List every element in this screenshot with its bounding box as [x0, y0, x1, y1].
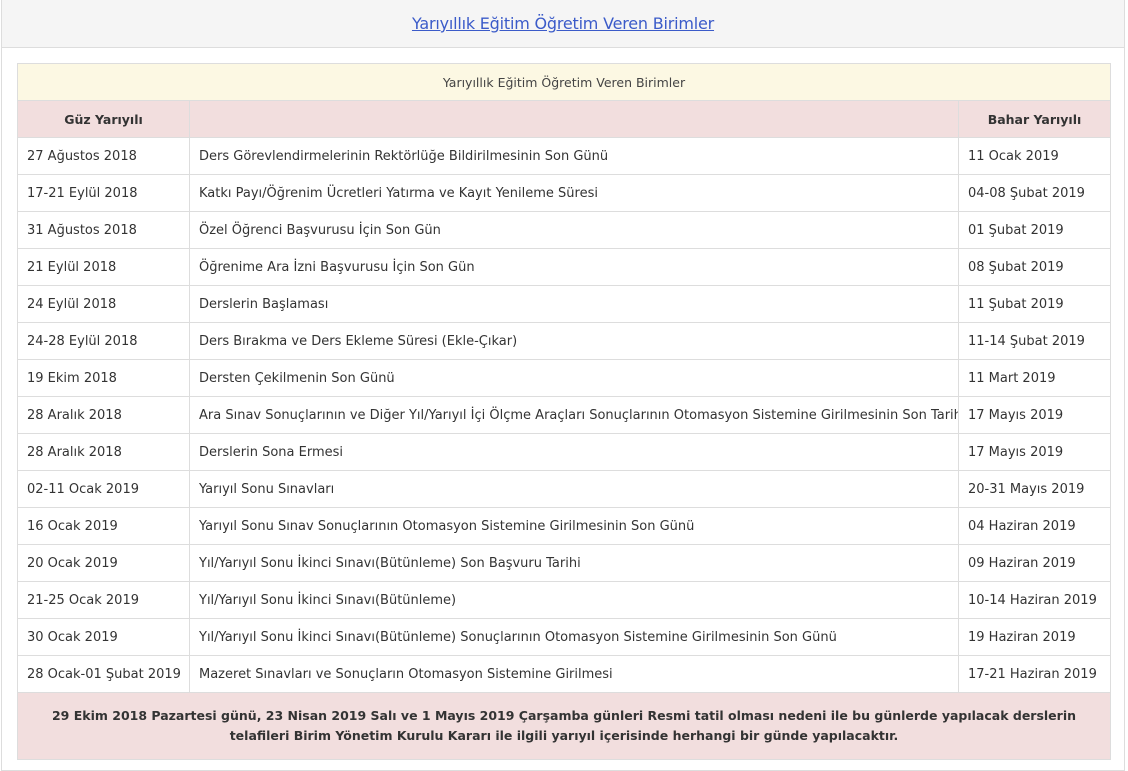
fall-date-cell: 24-28 Eylül 2018	[17, 322, 190, 360]
table-row: 17-21 Eylül 2018 Katkı Payı/Öğrenim Ücret…	[17, 174, 1111, 212]
spring-date-cell: 11 Şubat 2019	[958, 285, 1111, 323]
table-row: 19 Ekim 2018 Dersten Çekilmenin Son Günü 1…	[17, 359, 1111, 397]
event-cell: Yıl/Yarıyıl Sonu İkinci Sınavı(Bütünleme…	[189, 618, 959, 656]
table-row: 28 Aralık 2018 Derslerin Sona Ermesi 17 Ma…	[17, 433, 1111, 471]
fall-date-cell: 16 Ocak 2019	[17, 507, 190, 545]
table-row: 21 Eylül 2018 Öğrenime Ara İzni Başvurusu…	[17, 248, 1111, 286]
event-cell: Ders Bırakma ve Ders Ekleme Süresi (Ekle…	[189, 322, 959, 360]
fall-date-cell: 28 Aralık 2018	[17, 433, 190, 471]
fall-date-cell: 24 Eylül 2018	[17, 285, 190, 323]
table-row: 20 Ocak 2019 Yıl/Yarıyıl Sonu İkinci Sına…	[17, 544, 1111, 582]
fall-date-cell: 30 Ocak 2019	[17, 618, 190, 656]
table-row: 24 Eylül 2018 Derslerin Başlaması 11 Şubat…	[17, 285, 1111, 323]
spring-date-cell: 11 Ocak 2019	[958, 137, 1111, 175]
panel-heading: Yarıyıllık Eğitim Öğretim Veren Birimler	[2, 0, 1124, 48]
table-row: 28 Aralık 2018 Ara Sınav Sonuçlarının ve …	[17, 396, 1111, 434]
event-cell: Yarıyıl Sonu Sınav Sonuçlarının Otomasyo…	[189, 507, 959, 545]
spring-date-cell: 04-08 Şubat 2019	[958, 174, 1111, 212]
spring-date-cell: 19 Haziran 2019	[958, 618, 1111, 656]
spring-date-cell: 09 Haziran 2019	[958, 544, 1111, 582]
spring-date-cell: 17-21 Haziran 2019	[958, 655, 1111, 693]
fall-date-cell: 28 Ocak-01 Şubat 2019	[17, 655, 190, 693]
event-cell: Mazeret Sınavları ve Sonuçların Otomasyo…	[189, 655, 959, 693]
heading-link[interactable]: Yarıyıllık Eğitim Öğretim Veren Birimler	[412, 14, 714, 33]
spring-date-cell: 11 Mart 2019	[958, 359, 1111, 397]
event-cell: Katkı Payı/Öğrenim Ücretleri Yatırma ve …	[189, 174, 959, 212]
fall-date-cell: 21-25 Ocak 2019	[17, 581, 190, 619]
table-row: 16 Ocak 2019 Yarıyıl Sonu Sınav Sonuçları…	[17, 507, 1111, 545]
fall-date-cell: 28 Aralık 2018	[17, 396, 190, 434]
spring-date-cell: 01 Şubat 2019	[958, 211, 1111, 249]
event-cell: Özel Öğrenci Başvurusu İçin Son Gün	[189, 211, 959, 249]
table-footnote-row: 29 Ekim 2018 Pazartesi günü, 23 Nisan 20…	[17, 692, 1111, 760]
table-row: 31 Ağustos 2018 Özel Öğrenci Başvurusu İç…	[17, 211, 1111, 249]
event-cell: Dersten Çekilmenin Son Günü	[189, 359, 959, 397]
event-cell: Ara Sınav Sonuçlarının ve Diğer Yıl/Yarı…	[189, 396, 959, 434]
column-header-event	[189, 100, 959, 138]
academic-calendar-table: Yarıyıllık Eğitim Öğretim Veren Birimler…	[17, 63, 1111, 760]
table-caption-row: Yarıyıllık Eğitim Öğretim Veren Birimler	[17, 63, 1111, 101]
table-row: 21-25 Ocak 2019 Yıl/Yarıyıl Sonu İkinci S…	[17, 581, 1111, 619]
table-header-row: Güz Yarıyılı Bahar Yarıyılı	[17, 100, 1111, 138]
fall-date-cell: 02-11 Ocak 2019	[17, 470, 190, 508]
table-footnote: 29 Ekim 2018 Pazartesi günü, 23 Nisan 20…	[17, 692, 1111, 760]
event-cell: Derslerin Başlaması	[189, 285, 959, 323]
fall-date-cell: 21 Eylül 2018	[17, 248, 190, 286]
event-cell: Yarıyıl Sonu Sınavları	[189, 470, 959, 508]
table-body: 27 Ağustos 2018 Ders Görevlendirmelerinin…	[17, 137, 1111, 693]
table-row: 28 Ocak-01 Şubat 2019 Mazeret Sınavları v…	[17, 655, 1111, 693]
table-row: 30 Ocak 2019 Yıl/Yarıyıl Sonu İkinci Sına…	[17, 618, 1111, 656]
table-row: 02-11 Ocak 2019 Yarıyıl Sonu Sınavları 20-…	[17, 470, 1111, 508]
event-cell: Derslerin Sona Ermesi	[189, 433, 959, 471]
spring-date-cell: 04 Haziran 2019	[958, 507, 1111, 545]
event-cell: Yıl/Yarıyıl Sonu İkinci Sınavı(Bütünleme…	[189, 544, 959, 582]
spring-date-cell: 17 Mayıs 2019	[958, 433, 1111, 471]
calendar-panel: Yarıyıllık Eğitim Öğretim Veren Birimler…	[1, 0, 1125, 771]
spring-date-cell: 20-31 Mayıs 2019	[958, 470, 1111, 508]
table-caption: Yarıyıllık Eğitim Öğretim Veren Birimler	[17, 63, 1111, 101]
table-row: 27 Ağustos 2018 Ders Görevlendirmelerinin…	[17, 137, 1111, 175]
fall-date-cell: 20 Ocak 2019	[17, 544, 190, 582]
spring-date-cell: 10-14 Haziran 2019	[958, 581, 1111, 619]
spring-date-cell: 17 Mayıs 2019	[958, 396, 1111, 434]
fall-date-cell: 19 Ekim 2018	[17, 359, 190, 397]
column-header-spring: Bahar Yarıyılı	[958, 100, 1111, 138]
spring-date-cell: 08 Şubat 2019	[958, 248, 1111, 286]
event-cell: Ders Görevlendirmelerinin Rektörlüğe Bil…	[189, 137, 959, 175]
table-row: 24-28 Eylül 2018 Ders Bırakma ve Ders Ekl…	[17, 322, 1111, 360]
fall-date-cell: 31 Ağustos 2018	[17, 211, 190, 249]
column-header-fall: Güz Yarıyılı	[17, 100, 190, 138]
fall-date-cell: 17-21 Eylül 2018	[17, 174, 190, 212]
event-cell: Öğrenime Ara İzni Başvurusu İçin Son Gün	[189, 248, 959, 286]
fall-date-cell: 27 Ağustos 2018	[17, 137, 190, 175]
spring-date-cell: 11-14 Şubat 2019	[958, 322, 1111, 360]
event-cell: Yıl/Yarıyıl Sonu İkinci Sınavı(Bütünleme…	[189, 581, 959, 619]
